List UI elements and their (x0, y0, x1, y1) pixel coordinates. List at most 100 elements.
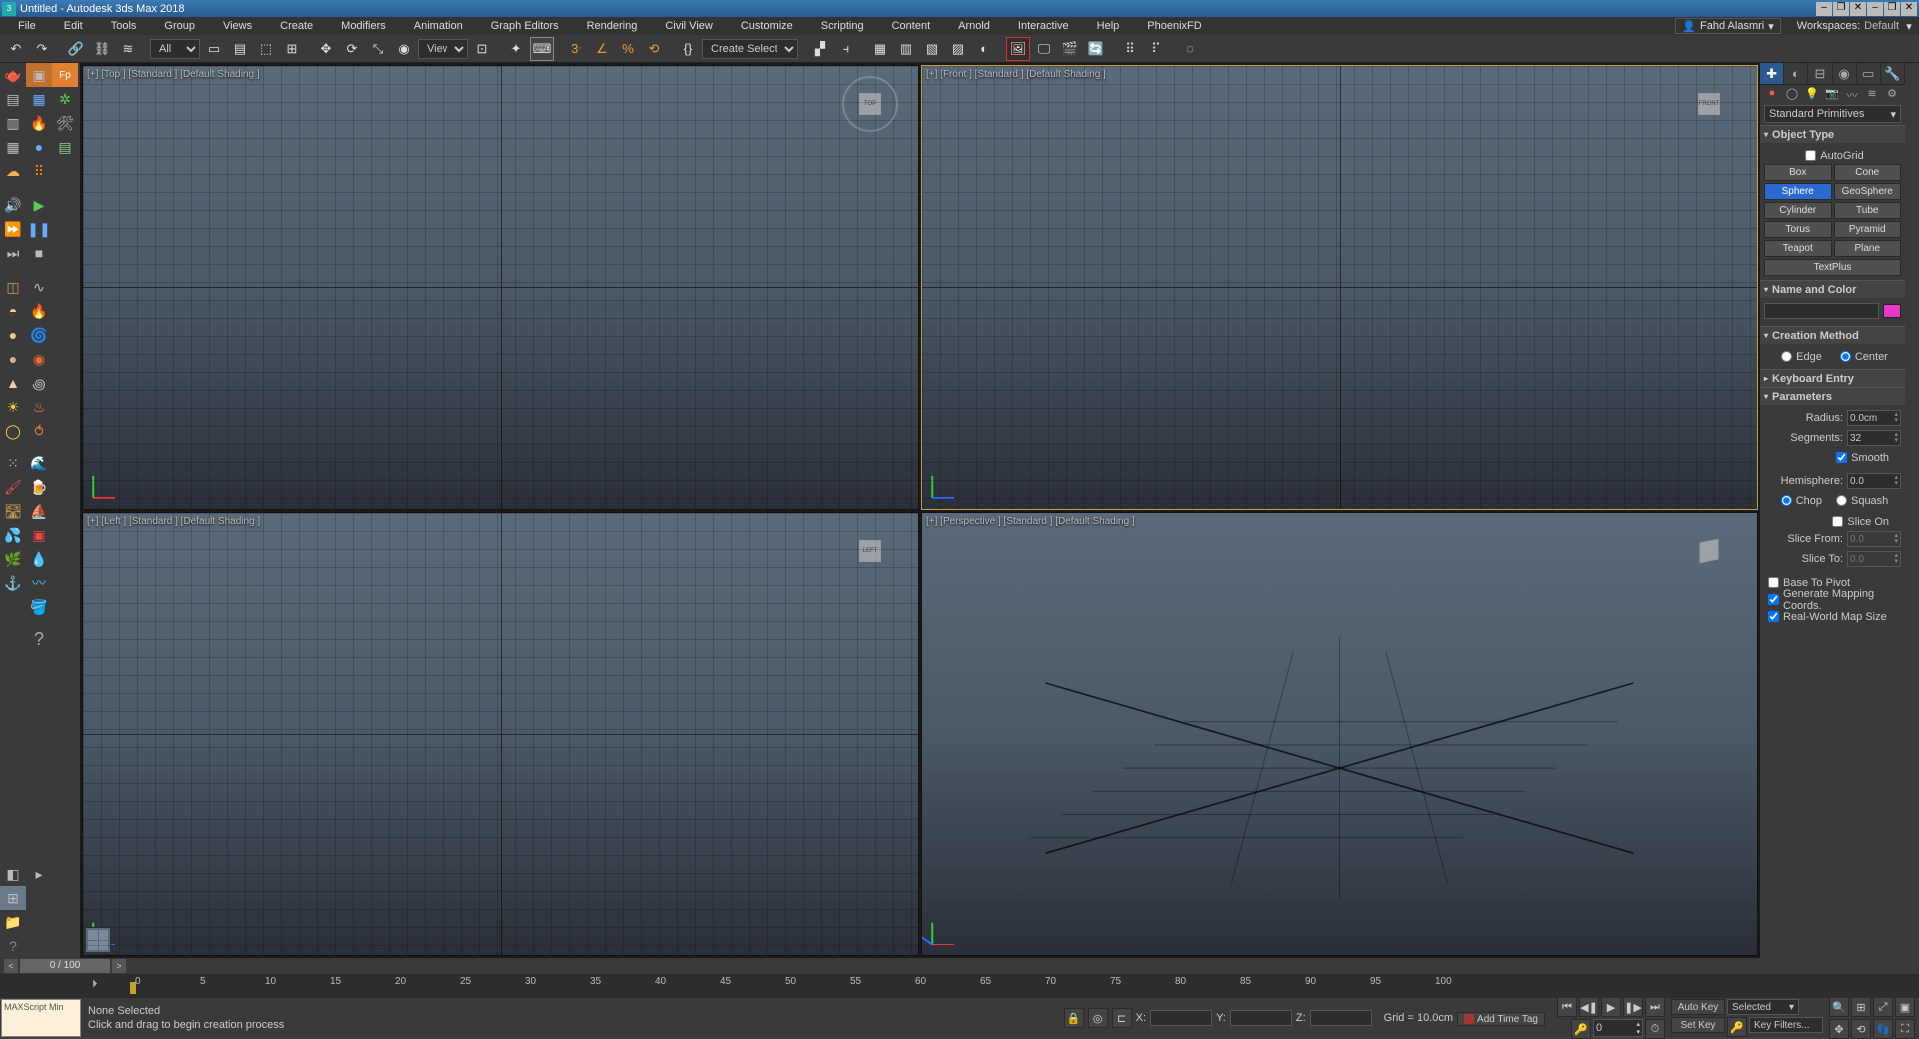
menu-edit[interactable]: Edit (50, 17, 97, 35)
menu-scripting[interactable]: Scripting (807, 17, 878, 35)
pal-play2-icon[interactable]: ▶ (26, 193, 52, 217)
pal-ship-icon[interactable]: ⛵ (26, 499, 52, 523)
method-center-radio[interactable] (1840, 351, 1851, 362)
tab-utilities[interactable]: 🔧 (1881, 63, 1905, 84)
move-button[interactable]: ✥ (314, 37, 338, 61)
slice-from-spinner[interactable]: 0.0▴▾ (1847, 531, 1901, 547)
percent-snap-button[interactable]: % (616, 37, 640, 61)
pal-wrench-icon[interactable]: 🛠 (52, 111, 78, 135)
pal-list-icon[interactable]: ▤ (0, 87, 26, 111)
menu-create[interactable]: Create (266, 17, 327, 35)
pal-step-icon[interactable]: ⏩ (0, 217, 26, 241)
obj-teapot[interactable]: Teapot (1764, 240, 1832, 257)
pal-drop-icon[interactable]: ◓ (0, 299, 26, 323)
method-edge-radio[interactable] (1781, 351, 1792, 362)
pal-beer-icon[interactable]: 🍺 (26, 475, 52, 499)
pal-flame2-icon[interactable]: ♨ (26, 395, 52, 419)
radius-spinner[interactable]: 0.0cm▴▾ (1847, 410, 1901, 426)
tab-create[interactable]: ✚ (1760, 63, 1784, 84)
pal-swirl-icon[interactable]: 🌀 (26, 323, 52, 347)
next-frame-button[interactable]: ❚▶ (1623, 997, 1643, 1017)
pal-pause-icon[interactable]: ❚❚ (26, 217, 52, 241)
layer-explorer-button[interactable]: ▦ (868, 37, 892, 61)
obj-tube[interactable]: Tube (1834, 202, 1902, 219)
pal-fp-icon[interactable]: Fp (52, 63, 78, 87)
pal-swirl2-icon[interactable]: ◉ (26, 347, 52, 371)
obj-torus[interactable]: Torus (1764, 221, 1832, 238)
pal-anchor-icon[interactable]: ⚓ (0, 571, 26, 595)
menu-modifiers[interactable]: Modifiers (327, 17, 400, 35)
tab-hierarchy[interactable]: ⊟ (1808, 63, 1832, 84)
tab-modify[interactable]: ◐ (1784, 63, 1808, 84)
goto-end-button[interactable]: ⏭ (1645, 997, 1665, 1017)
key-filters-dropdown[interactable]: Key Filters... (1749, 1017, 1823, 1033)
isolate-selection-button[interactable]: ◎ (1088, 1008, 1108, 1028)
viewport-left-label[interactable]: [+] [Left ] [Standard ] [Default Shading… (87, 516, 260, 527)
pal-water-icon[interactable]: 🌊 (26, 451, 52, 475)
curve-editor-button[interactable]: ▧ (920, 37, 944, 61)
menu-help[interactable]: Help (1083, 17, 1134, 35)
add-time-tag-button[interactable]: Add Time Tag (1457, 1012, 1545, 1026)
menu-tools[interactable]: Tools (97, 17, 151, 35)
zoom-extents-all-button[interactable]: ▣ (1895, 997, 1915, 1017)
pal-expand-icon[interactable]: ▸ (26, 862, 52, 886)
timeslider-prev[interactable]: < (4, 959, 18, 973)
setkey-button[interactable]: Set Key (1671, 1017, 1725, 1033)
pal-help-icon[interactable]: ? (26, 627, 52, 651)
redo-button[interactable]: ↷ (30, 37, 54, 61)
pal-teapot-icon[interactable]: 🫖 (0, 63, 26, 87)
viewport-perspective[interactable]: [+] [Perspective ] [Standard ] [Default … (921, 512, 1758, 957)
align-button[interactable]: ⫞ (834, 37, 858, 61)
viewcube-top[interactable]: TOP (842, 76, 898, 132)
pivot-center-button[interactable]: ⊡ (470, 37, 494, 61)
prev-frame-button[interactable]: ◀❚ (1579, 997, 1599, 1017)
pal-fire-icon[interactable]: 🔥 (26, 111, 52, 135)
obj-textplus[interactable]: TextPlus (1764, 259, 1901, 276)
tab-display[interactable]: ▭ (1857, 63, 1881, 84)
obj-pyramid[interactable]: Pyramid (1834, 221, 1902, 238)
pal-cone-icon[interactable]: ▲ (0, 371, 26, 395)
current-frame-spinner[interactable]: 0▴▾ (1593, 1019, 1643, 1037)
pal-link-icon[interactable]: ⥀ (26, 419, 52, 443)
subcat-helpers[interactable]: 〰 (1844, 87, 1860, 101)
pal-dots-icon[interactable]: ⠿ (26, 159, 52, 183)
zoom-button[interactable]: 🔍 (1829, 997, 1849, 1017)
render-iterative-button[interactable]: 🔄 (1084, 37, 1108, 61)
subcat-geometry[interactable]: ● (1764, 87, 1780, 101)
pal-calendar-icon[interactable]: ▦ (0, 135, 26, 159)
undo-button[interactable]: ↶ (4, 37, 28, 61)
rollout-name-color[interactable]: ▾Name and Color (1760, 280, 1905, 298)
menu-views[interactable]: Views (209, 17, 266, 35)
viewport-front[interactable]: [+] [Front ] [Standard ] [Default Shadin… (921, 65, 1758, 510)
key-selected-dropdown[interactable]: Selected▾ (1727, 999, 1799, 1015)
slice-on-checkbox[interactable] (1832, 516, 1843, 527)
pal-ball2-icon[interactable]: ● (0, 347, 26, 371)
viewport-top-label[interactable]: [+] [Top ] [Standard ] [Default Shading … (87, 69, 260, 80)
pal-list2-icon[interactable]: ▤ (52, 135, 78, 159)
play-button[interactable]: ▶ (1601, 997, 1621, 1017)
pal-ring-icon[interactable]: ◯ (0, 419, 26, 443)
smooth-checkbox[interactable] (1836, 452, 1847, 463)
pal-flame-icon[interactable]: 🔥 (26, 299, 52, 323)
bind-spacewarp-button[interactable]: ≋ (116, 37, 140, 61)
pal-drop2-icon[interactable]: 💧 (26, 547, 52, 571)
pal-help2-icon[interactable]: ? (0, 934, 26, 958)
pal-tree-icon[interactable]: ✲ (52, 87, 78, 111)
subcat-systems[interactable]: ⚙ (1884, 87, 1900, 101)
app-restore-button[interactable]: ❐ (1884, 2, 1900, 16)
trackbar-expand-icon[interactable]: ⏵ (92, 978, 98, 991)
subcat-cameras[interactable]: 📷 (1824, 87, 1840, 101)
pal-grass-icon[interactable]: 🌿 (0, 547, 26, 571)
y-field[interactable] (1230, 1010, 1292, 1026)
phoenix-preview-button[interactable]: ◌ (1178, 37, 1202, 61)
base-to-pivot-checkbox[interactable] (1768, 577, 1779, 588)
pal-whirl-icon[interactable]: ꩜ (26, 371, 52, 395)
pal-bucket-icon[interactable]: 🪣 (26, 595, 52, 619)
viewport-persp-label[interactable]: [+] [Perspective ] [Standard ] [Default … (926, 516, 1135, 527)
obj-plane[interactable]: Plane (1834, 240, 1902, 257)
goto-start-button[interactable]: ⏮ (1557, 997, 1577, 1017)
named-selection-dropdown[interactable]: Create Selection Se (702, 39, 798, 59)
rollout-keyboard-entry[interactable]: ▸Keyboard Entry (1760, 369, 1905, 387)
pal-doc-icon[interactable]: ▥ (0, 111, 26, 135)
pal-road-icon[interactable]: 🛣 (0, 499, 26, 523)
